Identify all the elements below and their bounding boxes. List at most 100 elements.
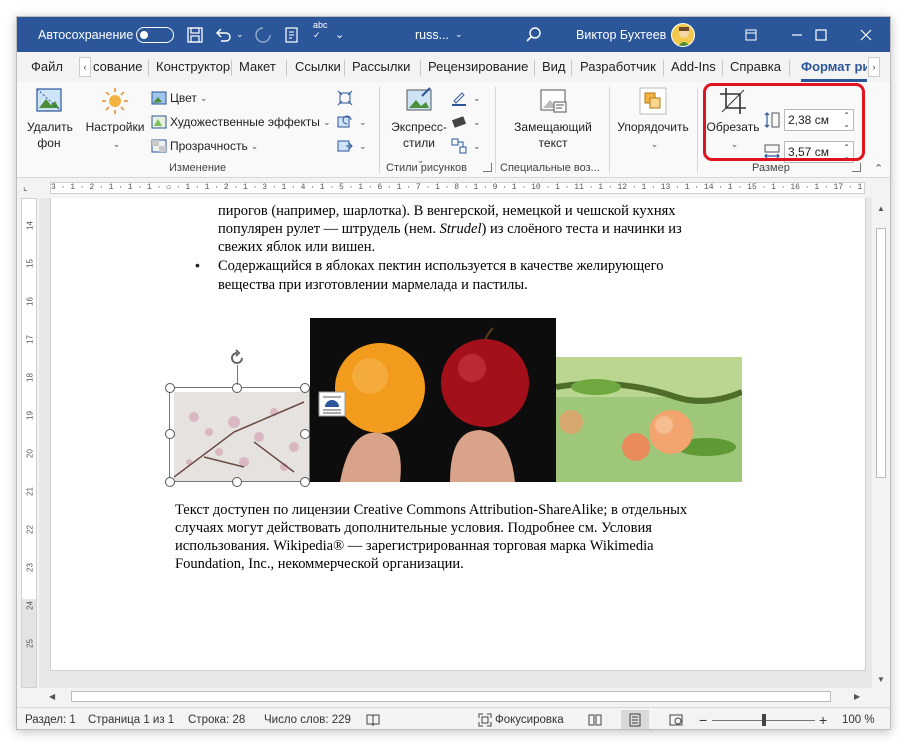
color-chevron-down-icon: ⌄ <box>199 92 208 103</box>
resize-handle[interactable] <box>232 477 242 487</box>
tab-selector-icon[interactable]: ⌞ <box>23 182 28 193</box>
remove-background-button[interactable]: Удалить фон <box>23 86 75 151</box>
size-launcher-icon[interactable] <box>852 163 861 172</box>
horizontal-scroll-thumb[interactable] <box>71 691 831 702</box>
title-dropdown-icon[interactable]: ⌄ <box>455 17 463 52</box>
autosave-toggle[interactable] <box>136 27 174 43</box>
close-button[interactable] <box>843 17 889 52</box>
arrange-button[interactable]: Упорядочить ⌄ <box>615 86 691 152</box>
zoom-level[interactable]: 100 % <box>842 708 875 729</box>
picture-layout-button[interactable]: ⌄ <box>451 136 481 156</box>
tab-addins[interactable]: Add-Ins <box>671 52 716 82</box>
tab-file[interactable]: Файл <box>31 52 63 82</box>
layout-options-icon[interactable] <box>318 391 346 417</box>
document-page[interactable]: пирогов (например, шарлотка). В венгерск… <box>50 198 866 671</box>
tab-picture-format[interactable]: Формат ри <box>801 52 867 82</box>
tab-references[interactable]: Ссылки <box>295 52 341 82</box>
reset-picture-button[interactable]: ⌄ <box>337 136 367 156</box>
customize-toolbar-icon[interactable]: ⌄ <box>335 17 344 52</box>
undo-dropdown-icon[interactable]: ⌄ <box>236 17 244 52</box>
quick-styles-button[interactable]: Экспресс-стили ⌄ <box>389 86 449 168</box>
artistic-effects-button[interactable]: Художественные эффекты ⌄ <box>151 112 330 132</box>
scroll-right-icon[interactable]: ▶ <box>854 692 860 701</box>
ruler-number: 14 <box>25 221 35 230</box>
avatar[interactable] <box>671 23 695 47</box>
maximize-button[interactable] <box>798 17 844 52</box>
section-indicator[interactable]: Раздел: 1 <box>25 708 76 729</box>
tab-view[interactable]: Вид <box>542 52 566 82</box>
spelling-icon[interactable]: abc ✓ <box>313 17 328 48</box>
redo-icon <box>255 27 271 43</box>
ruler-number: 19 <box>25 411 35 420</box>
tabs-scroll-right-icon[interactable]: › <box>868 57 880 77</box>
toggle-knob <box>140 30 148 39</box>
vertical-ruler: 14 15 16 17 18 19 20 21 22 23 24 25 <box>21 198 37 688</box>
tab-draw[interactable]: сование <box>93 52 143 82</box>
color-icon <box>151 91 167 105</box>
change-picture-button[interactable]: ⌄ <box>337 112 367 132</box>
color-button[interactable]: Цвет ⌄ <box>151 88 207 108</box>
collapse-ribbon-icon[interactable]: ⌃ <box>874 162 883 175</box>
ruler-number: 15 <box>25 259 35 268</box>
compress-pictures-button[interactable] <box>337 88 356 108</box>
ruler-scale[interactable]: 3 · 1 · 2 · 1 · 1 · 1 · ⌂ · 1 · 1 · 2 · … <box>50 182 865 194</box>
page-indicator[interactable]: Страница 1 из 1 <box>88 708 174 729</box>
zoom-slider-thumb[interactable] <box>762 714 766 726</box>
search-icon[interactable] <box>524 25 544 45</box>
user-name[interactable]: Виктор Бухтеев <box>576 17 666 52</box>
ribbon-display-button[interactable] <box>728 17 774 52</box>
corrections-button[interactable]: Настройки ⌄ <box>83 86 147 152</box>
focus-button[interactable]: Фокусировка <box>495 708 564 729</box>
undo-icon[interactable] <box>213 25 233 45</box>
group-label-styles: Стили рисунков <box>386 162 467 174</box>
horizontal-scrollbar[interactable]: ◀ ▶ <box>39 688 872 706</box>
print-layout-view-button[interactable] <box>621 710 649 729</box>
orange-apple-picture[interactable] <box>310 318 556 482</box>
document-title[interactable]: russ... <box>415 17 449 52</box>
print-layout-view-icon <box>629 713 641 727</box>
scroll-up-icon[interactable]: ▲ <box>877 204 885 213</box>
ribbon-tabs: Файл ‹ сование Конструктор Макет Ссылки … <box>17 52 890 82</box>
resize-handle[interactable] <box>300 429 310 439</box>
tab-review[interactable]: Рецензирование <box>428 52 528 82</box>
document-area[interactable]: пирогов (например, шарлотка). В венгерск… <box>39 198 872 688</box>
proofing-book-icon[interactable] <box>366 713 380 727</box>
resize-handle[interactable] <box>165 429 175 439</box>
tab-layout[interactable]: Макет <box>239 52 276 82</box>
vertical-scrollbar[interactable]: ▲ ▼ <box>872 198 890 688</box>
group-label-adjust: Изменение <box>169 162 227 174</box>
resize-handle[interactable] <box>165 477 175 487</box>
alt-text-button[interactable]: Замещающий текст <box>505 86 601 151</box>
resize-handle[interactable] <box>300 383 310 393</box>
read-mode-icon[interactable] <box>588 713 602 727</box>
scroll-down-icon[interactable]: ▼ <box>877 675 885 684</box>
peaches-picture[interactable] <box>556 357 742 482</box>
print-layout-icon[interactable] <box>282 25 302 45</box>
tab-design[interactable]: Конструктор <box>156 52 230 82</box>
line-indicator[interactable]: Строка: 28 <box>188 708 245 729</box>
alt-text-label: Замещающий текст <box>514 120 592 150</box>
picture-border-button[interactable]: ⌄ <box>451 88 481 108</box>
zoom-in-icon[interactable]: + <box>819 708 827 729</box>
scroll-left-icon[interactable]: ◀ <box>49 692 55 701</box>
vertical-scroll-thumb[interactable] <box>876 228 886 478</box>
tab-separator <box>286 60 287 76</box>
word-count[interactable]: Число слов: 229 <box>264 708 351 729</box>
close-icon <box>860 29 872 40</box>
resize-handle[interactable] <box>300 477 310 487</box>
remove-background-label: Удалить фон <box>27 120 73 150</box>
tab-mailings[interactable]: Рассылки <box>352 52 410 82</box>
tab-developer[interactable]: Разработчик <box>580 52 656 82</box>
rotate-handle-icon[interactable] <box>227 348 247 368</box>
resize-handle[interactable] <box>165 383 175 393</box>
tab-help[interactable]: Справка <box>730 52 781 82</box>
save-icon[interactable] <box>185 25 205 45</box>
web-layout-icon[interactable] <box>669 713 683 727</box>
picture-layout-icon <box>451 138 467 154</box>
styles-launcher-icon[interactable] <box>483 163 492 172</box>
tabs-scroll-left-icon[interactable]: ‹ <box>79 57 91 77</box>
maximize-icon <box>815 28 827 41</box>
zoom-out-icon[interactable]: − <box>699 708 707 729</box>
picture-effects-button[interactable]: ⌄ <box>451 112 481 132</box>
transparency-button[interactable]: Прозрачность ⌄ <box>151 136 258 156</box>
